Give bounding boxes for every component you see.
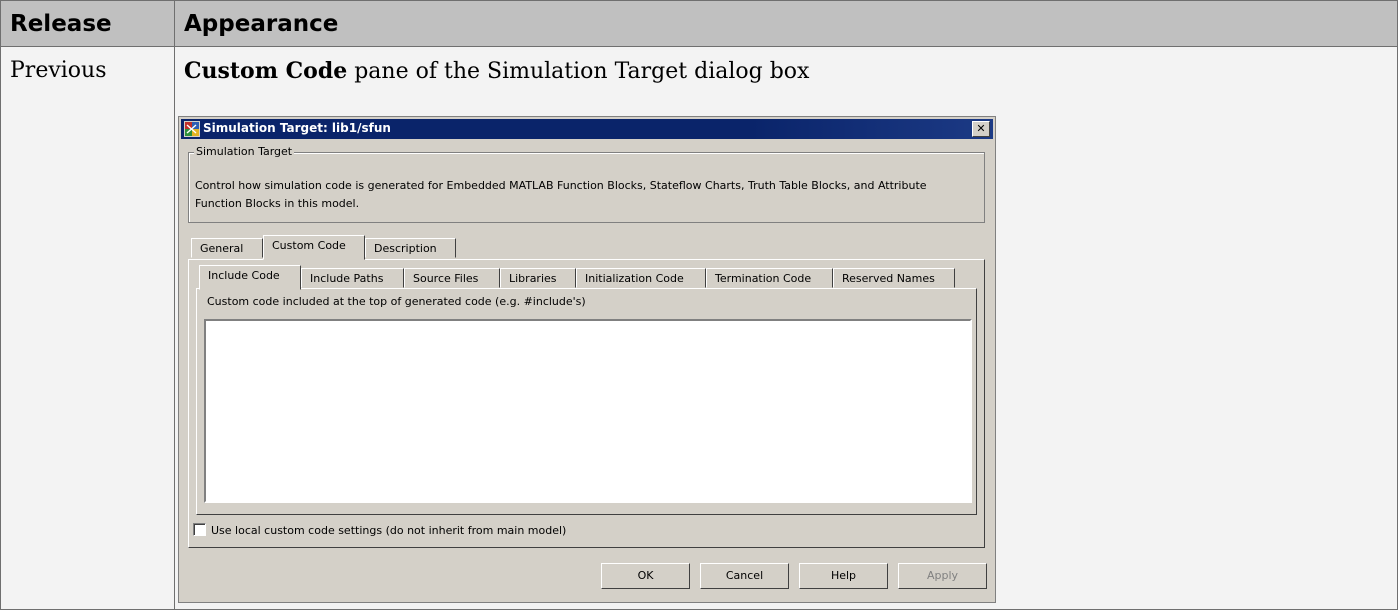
appearance-caption: Custom Code pane of the Simulation Targe… [184, 58, 1397, 84]
header-release: Release [0, 0, 175, 47]
tab-description[interactable]: Description [365, 238, 456, 258]
subtab-termination-code[interactable]: Termination Code [706, 268, 833, 288]
group-description: Control how simulation code is generated… [195, 179, 927, 210]
local-settings-checkbox[interactable] [193, 523, 206, 536]
apply-button[interactable]: Apply [898, 563, 987, 589]
dialog-titlebar: Simulation Target: lib1/sfun ✕ [181, 119, 993, 139]
tab-custom-code[interactable]: Custom Code [263, 235, 365, 260]
ok-button[interactable]: OK [601, 563, 690, 589]
subtab-libraries[interactable]: Libraries [500, 268, 576, 288]
subtab-include-code[interactable]: Include Code [199, 265, 301, 290]
simulation-target-dialog: Simulation Target: lib1/sfun ✕ Simulatio… [178, 116, 996, 603]
subtab-description: Custom code included at the top of gener… [207, 295, 586, 308]
header-appearance: Appearance [174, 0, 1398, 47]
subtab-include-paths[interactable]: Include Paths [301, 268, 404, 288]
dialog-title: Simulation Target: lib1/sfun [203, 121, 391, 135]
release-cell: Previous [0, 46, 175, 610]
help-button[interactable]: Help [799, 563, 888, 589]
subtab-initialization-code[interactable]: Initialization Code [576, 268, 706, 288]
tab-general[interactable]: General [191, 238, 263, 258]
include-code-textarea[interactable] [204, 319, 972, 503]
group-label: Simulation Target [194, 145, 295, 158]
local-settings-row: Use local custom code settings (do not i… [193, 523, 566, 537]
table-header-row: Release Appearance [0, 0, 1398, 47]
cancel-button[interactable]: Cancel [700, 563, 789, 589]
caption-bold: Custom Code [184, 58, 348, 84]
caption-rest: pane of the Simulation Target dialog box [347, 59, 810, 84]
simulink-app-icon [184, 121, 200, 137]
subtab-reserved-names[interactable]: Reserved Names [833, 268, 955, 288]
simulation-target-group: Simulation Target Control how simulation… [188, 145, 985, 223]
subtab-source-files[interactable]: Source Files [404, 268, 500, 288]
close-button[interactable]: ✕ [972, 121, 990, 137]
close-icon: ✕ [976, 122, 986, 135]
local-settings-label: Use local custom code settings (do not i… [211, 524, 567, 537]
